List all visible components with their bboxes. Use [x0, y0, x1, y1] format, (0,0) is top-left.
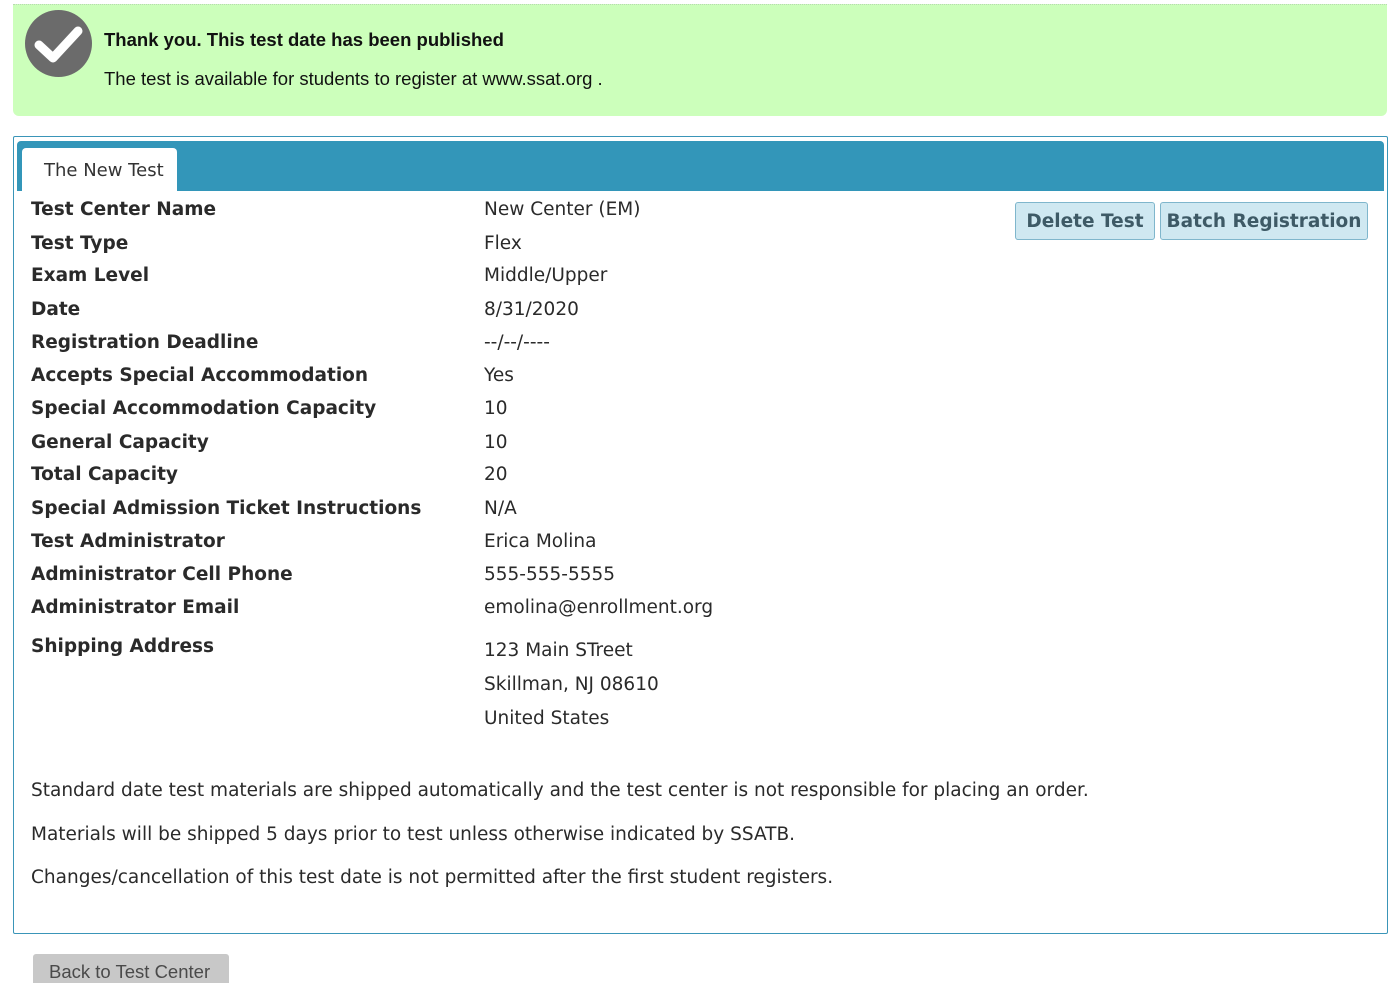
note-shipping-automatic: Standard date test materials are shipped… [31, 780, 1089, 801]
success-banner: Thank you. This test date has been publi… [13, 4, 1387, 116]
back-to-test-center-button[interactable]: Back to Test Center [33, 954, 229, 983]
value-administrator-email: emolina@enrollment.org [484, 597, 714, 618]
note-shipping-timing: Materials will be shipped 5 days prior t… [31, 824, 796, 845]
shipping-address-line-3: United States [484, 708, 610, 729]
note-cancellation-policy: Changes/cancellation of this test date i… [31, 867, 834, 888]
value-registration-deadline: --/--/---- [484, 332, 550, 353]
label-administrator-cell-phone: Administrator Cell Phone [31, 564, 293, 585]
label-accepts-special-accommodation: Accepts Special Accommodation [31, 365, 369, 386]
label-total-capacity: Total Capacity [31, 464, 178, 485]
label-shipping-address: Shipping Address [31, 636, 215, 657]
label-date: Date [31, 299, 81, 320]
value-accepts-special-accommodation: Yes [484, 365, 514, 386]
shipping-address-line-2: Skillman, NJ 08610 [484, 674, 659, 695]
label-test-center-name: Test Center Name [31, 199, 217, 220]
banner-subtitle: The test is available for students to re… [104, 68, 603, 89]
label-test-type: Test Type [31, 233, 129, 254]
tab-bar: The New Test [17, 141, 1384, 191]
value-general-capacity: 10 [484, 432, 508, 453]
value-exam-level: Middle/Upper [484, 265, 608, 286]
label-exam-level: Exam Level [31, 265, 150, 286]
shipping-address-line-1: 123 Main STreet [484, 640, 633, 661]
label-administrator-email: Administrator Email [31, 597, 240, 618]
label-test-administrator: Test Administrator [31, 531, 225, 552]
banner-title: Thank you. This test date has been publi… [104, 29, 504, 50]
value-special-admission-ticket-instructions: N/A [484, 498, 517, 519]
value-test-administrator: Erica Molina [484, 531, 597, 552]
value-special-accommodation-capacity: 10 [484, 398, 508, 419]
checkmark-icon [25, 10, 92, 77]
value-date: 8/31/2020 [484, 299, 579, 320]
value-test-type: Flex [484, 233, 522, 254]
value-total-capacity: 20 [484, 464, 508, 485]
batch-registration-button[interactable]: Batch Registration [1160, 202, 1368, 240]
value-administrator-cell-phone: 555-555-5555 [484, 564, 616, 585]
delete-test-button[interactable]: Delete Test [1015, 202, 1155, 240]
tab-the-new-test[interactable]: The New Test [22, 148, 177, 191]
label-general-capacity: General Capacity [31, 432, 209, 453]
value-test-center-name: New Center (EM) [484, 199, 641, 220]
label-special-accommodation-capacity: Special Accommodation Capacity [31, 398, 377, 419]
label-registration-deadline: Registration Deadline [31, 332, 259, 353]
label-special-admission-ticket-instructions: Special Admission Ticket Instructions [31, 498, 422, 519]
